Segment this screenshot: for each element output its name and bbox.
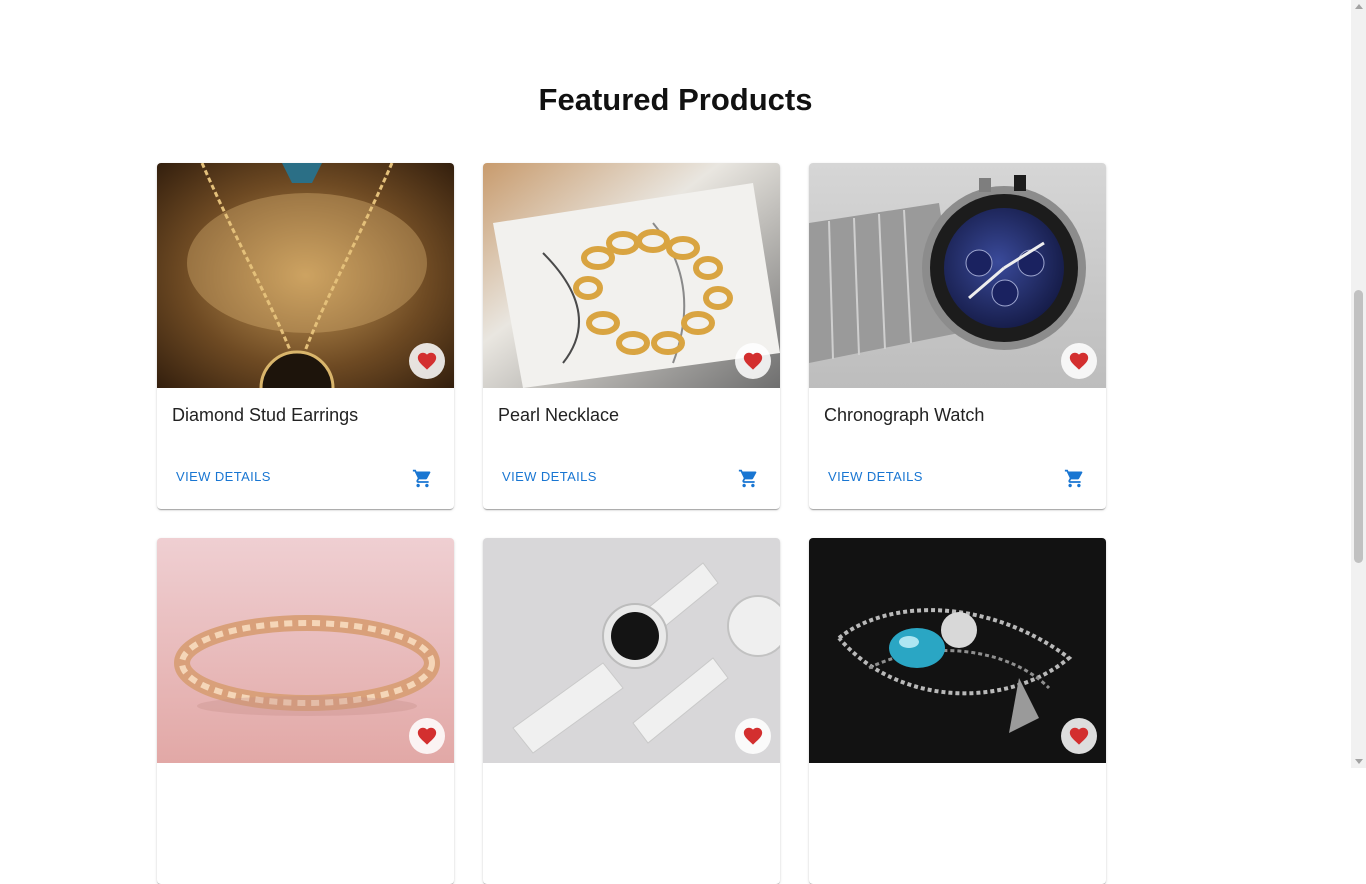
scroll-down-arrow-icon[interactable] <box>1355 759 1363 764</box>
view-details-button[interactable]: View Details <box>820 463 931 490</box>
heart-icon <box>743 352 763 370</box>
favorite-button[interactable] <box>1061 718 1097 754</box>
product-image[interactable] <box>157 163 454 388</box>
scroll-up-arrow-icon[interactable] <box>1355 4 1363 9</box>
heart-icon <box>417 352 437 370</box>
scrollbar-thumb[interactable] <box>1354 290 1363 563</box>
view-details-button[interactable]: View Details <box>494 463 605 490</box>
vertical-scrollbar[interactable] <box>1351 0 1366 768</box>
favorite-button[interactable] <box>735 343 771 379</box>
product-image[interactable] <box>809 538 1106 763</box>
product-name: Chronograph Watch <box>824 405 985 425</box>
product-card[interactable]: Pearl Necklace View Details <box>483 163 780 509</box>
favorite-button[interactable] <box>409 718 445 754</box>
product-image[interactable] <box>157 538 454 763</box>
favorite-button[interactable] <box>735 718 771 754</box>
product-image[interactable] <box>483 538 780 763</box>
shopping-cart-icon <box>738 469 756 487</box>
favorite-button[interactable] <box>409 343 445 379</box>
add-to-cart-button[interactable] <box>731 461 765 495</box>
add-to-cart-button[interactable] <box>1057 461 1091 495</box>
page: Featured Products Diamond Stud Earrings … <box>0 0 1351 884</box>
product-image[interactable] <box>809 163 1106 388</box>
section-title: Featured Products <box>538 82 813 117</box>
shopping-cart-icon <box>1064 469 1082 487</box>
product-image[interactable] <box>483 163 780 388</box>
product-card[interactable] <box>157 538 454 884</box>
product-card[interactable]: Chronograph Watch View Details <box>809 163 1106 509</box>
product-card[interactable]: Diamond Stud Earrings View Details <box>157 163 454 509</box>
add-to-cart-button[interactable] <box>405 461 439 495</box>
product-name: Diamond Stud Earrings <box>172 405 359 425</box>
heart-icon <box>417 727 437 745</box>
shopping-cart-icon <box>412 469 430 487</box>
product-card[interactable] <box>483 538 780 884</box>
view-details-button[interactable]: View Details <box>168 463 279 490</box>
product-name: Pearl Necklace <box>498 405 620 425</box>
heart-icon <box>1069 352 1089 370</box>
heart-icon <box>743 727 763 745</box>
product-card[interactable] <box>809 538 1106 884</box>
favorite-button[interactable] <box>1061 343 1097 379</box>
heart-icon <box>1069 727 1089 745</box>
